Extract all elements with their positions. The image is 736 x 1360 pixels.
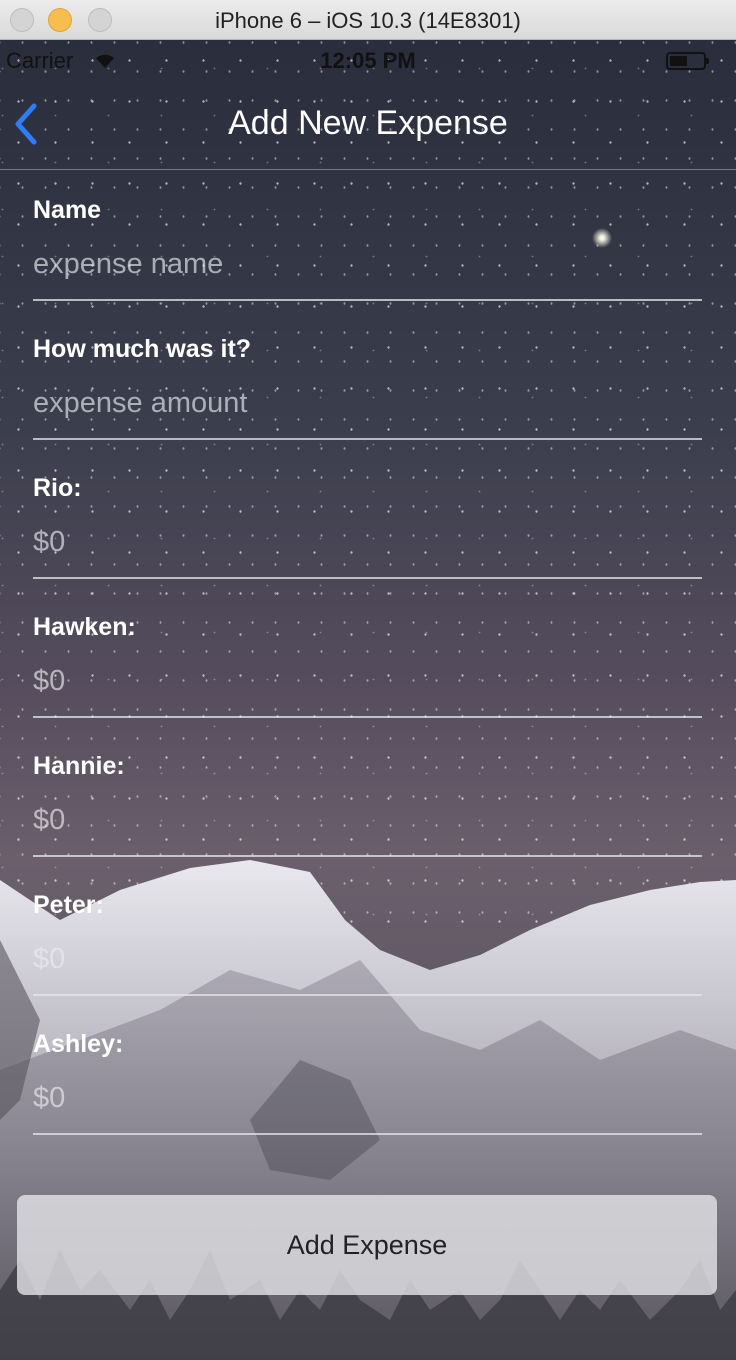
status-bar: Carrier 12:05 PM [0, 40, 736, 80]
battery-icon [666, 52, 709, 70]
expense-amount-input[interactable] [33, 379, 702, 427]
hannie-share-input[interactable] [33, 796, 702, 844]
add-expense-button[interactable]: Add Expense [17, 1195, 717, 1295]
person-field-hannie: Hannie: [33, 726, 702, 865]
person-field-hawken: Hawken: [33, 587, 702, 726]
navigation-bar: Add New Expense [0, 80, 736, 170]
person-field-rio: Rio: [33, 448, 702, 587]
ashley-share-input[interactable] [33, 1074, 702, 1122]
divider [33, 994, 702, 996]
person-label: Hannie: [33, 752, 125, 780]
expense-form: Name How much was it? Rio: Hawken: Hanni… [33, 170, 702, 1143]
device-screen: Carrier 12:05 PM Add New Expense Name Ho… [0, 40, 736, 1360]
simulator-title-bar: iPhone 6 – iOS 10.3 (14E8301) [0, 0, 736, 40]
person-label: Hawken: [33, 613, 136, 641]
amount-field-group: How much was it? [33, 309, 702, 448]
divider [33, 577, 702, 579]
person-label: Peter: [33, 891, 104, 919]
divider [33, 299, 702, 301]
name-label: Name [33, 196, 102, 224]
rio-share-input[interactable] [33, 518, 702, 566]
person-field-ashley: Ashley: [33, 1004, 702, 1143]
divider [33, 855, 702, 857]
divider [33, 438, 702, 440]
name-field-group: Name [33, 170, 702, 309]
page-title: Add New Expense [228, 104, 508, 142]
expense-name-input[interactable] [33, 240, 702, 288]
divider [33, 1133, 702, 1135]
status-time: 12:05 PM [320, 48, 416, 73]
peter-share-input[interactable] [33, 935, 702, 983]
divider [33, 716, 702, 718]
amount-label: How much was it? [33, 335, 252, 363]
window-title: iPhone 6 – iOS 10.3 (14E8301) [215, 8, 521, 33]
person-field-peter: Peter: [33, 865, 702, 1004]
person-label: Ashley: [33, 1030, 124, 1058]
person-label: Rio: [33, 474, 82, 502]
hawken-share-input[interactable] [33, 657, 702, 705]
